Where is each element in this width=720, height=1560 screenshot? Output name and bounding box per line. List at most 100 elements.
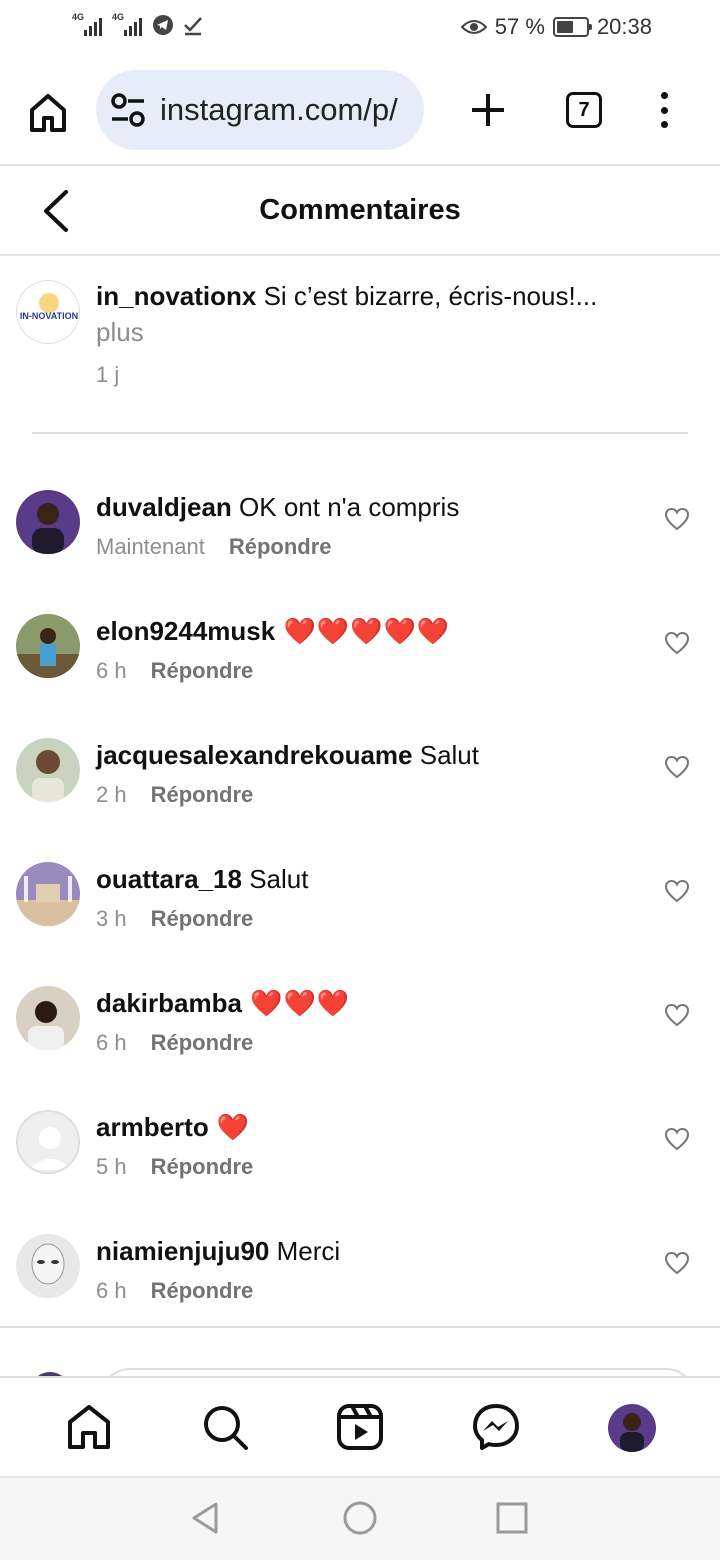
comment-time: 6 h [96, 1030, 127, 1055]
comment-time: 6 h [96, 1278, 127, 1303]
reply-button[interactable]: Répondre [151, 1154, 254, 1180]
download-done-icon [184, 17, 202, 36]
caption-text: in_novationx Si c’est bizarre, écris-nou… [96, 278, 704, 350]
heart-icon[interactable] [664, 506, 690, 532]
comment-username[interactable]: dakirbamba [96, 988, 242, 1018]
caption-body: Si c’est bizarre, écris-nous!... [256, 281, 598, 311]
comment-line: ouattara_18 Salut [96, 862, 308, 896]
comment-row: armberto ❤️ 5 h Répondre [16, 1110, 704, 1210]
comment-text: ❤️❤️❤️❤️❤️ [275, 616, 451, 646]
reply-button[interactable]: Répondre [151, 906, 254, 932]
browser-toolbar: instagram.com/p/ 7 [0, 56, 720, 166]
comment-text: Merci [269, 1236, 341, 1266]
signal-icon-2: 4G [112, 12, 144, 36]
bottom-nav [0, 1376, 720, 1478]
status-left: 4G 4G [72, 12, 204, 36]
comment-row: elon9244musk ❤️❤️❤️❤️❤️ 6 h Répondre [16, 614, 704, 714]
tab-switcher-button[interactable]: 7 [566, 92, 602, 128]
comment-time: 5 h [96, 1154, 127, 1179]
comment-username[interactable]: armberto [96, 1112, 209, 1142]
avatar[interactable] [16, 862, 80, 926]
url-bar[interactable]: instagram.com/p/ [96, 70, 424, 150]
comment-username[interactable]: elon9244musk [96, 616, 275, 646]
comment-username[interactable]: duvaldjean [96, 492, 232, 522]
comment-time: 2 h [96, 782, 127, 807]
comment-meta: 6 h Répondre [96, 658, 450, 684]
comment-text: OK ont n'a compris [231, 492, 460, 522]
avatar[interactable] [16, 986, 80, 1050]
avatar[interactable]: IN-NOVATION [16, 280, 80, 344]
avatar[interactable] [16, 1110, 80, 1174]
avatar[interactable] [16, 1234, 80, 1298]
comment-body: jacquesalexandrekouame Salut 2 h Répondre [96, 738, 479, 808]
avatar[interactable] [16, 738, 80, 802]
tab-count: 7 [578, 98, 590, 121]
heart-icon[interactable] [664, 630, 690, 656]
comment-line: jacquesalexandrekouame Salut [96, 738, 479, 772]
home-circle-icon[interactable] [342, 1500, 378, 1536]
avatar[interactable] [16, 614, 80, 678]
avatar[interactable] [16, 490, 80, 554]
comment-meta: 6 h Répondre [96, 1278, 340, 1304]
comment-meta: 3 h Répondre [96, 906, 308, 932]
comment-row: dakirbamba ❤️❤️❤️ 6 h Répondre [16, 986, 704, 1086]
heart-icon[interactable] [664, 1002, 690, 1028]
comment-username[interactable]: niamienjuju90 [96, 1236, 269, 1266]
comments-header: Commentaires [0, 166, 720, 256]
comment-line: duvaldjean OK ont n'a compris [96, 490, 459, 524]
comment-row: niamienjuju90 Merci 6 h Répondre [16, 1234, 704, 1334]
comment-line: armberto ❤️ [96, 1110, 253, 1144]
heart-icon[interactable] [664, 878, 690, 904]
caption-age: 1 j [96, 362, 120, 387]
battery-percent: 57 % [494, 14, 545, 39]
status-right: 57 % 20:38 [460, 14, 652, 40]
profile-avatar[interactable] [608, 1404, 656, 1452]
signal-icon-1: 4G [72, 12, 104, 36]
comment-body: elon9244musk ❤️❤️❤️❤️❤️ 6 h Répondre [96, 614, 450, 684]
comment-row: ouattara_18 Salut 3 h Répondre [16, 862, 704, 962]
search-icon[interactable] [200, 1402, 250, 1452]
caption-divider [32, 432, 688, 434]
comment-meta: 2 h Répondre [96, 782, 479, 808]
reels-icon[interactable] [335, 1402, 385, 1452]
comment-line: dakirbamba ❤️❤️❤️ [96, 986, 350, 1020]
comment-body: armberto ❤️ 5 h Répondre [96, 1110, 253, 1180]
svg-text:IN-NOVATION: IN-NOVATION [20, 311, 78, 321]
battery-icon [552, 17, 592, 37]
heart-icon[interactable] [664, 1250, 690, 1276]
comment-text: ❤️ [208, 1112, 251, 1142]
messenger-icon[interactable] [471, 1402, 521, 1452]
comment-body: dakirbamba ❤️❤️❤️ 6 h Répondre [96, 986, 350, 1056]
comment-username[interactable]: ouattara_18 [96, 864, 242, 894]
reply-button[interactable]: Répondre [151, 782, 254, 808]
reply-button[interactable]: Répondre [229, 534, 332, 560]
site-settings-icon[interactable] [108, 90, 148, 130]
post-caption: IN-NOVATION in_novationx Si c’est bizarr… [16, 278, 704, 388]
comment-meta: 5 h Répondre [96, 1154, 253, 1180]
more-link[interactable]: plus [96, 314, 704, 350]
comment-line: niamienjuju90 Merci [96, 1234, 340, 1268]
comment-username[interactable]: jacquesalexandrekouame [96, 740, 413, 770]
comment-text: Salut [412, 740, 479, 770]
comments-divider [0, 1326, 720, 1328]
recents-square-icon[interactable] [494, 1500, 530, 1536]
reply-button[interactable]: Répondre [151, 658, 254, 684]
system-nav-bar [0, 1478, 720, 1560]
home-icon[interactable] [64, 1402, 114, 1452]
browser-home-icon[interactable] [24, 88, 72, 136]
heart-icon[interactable] [664, 754, 690, 780]
browser-menu-icon[interactable] [650, 88, 678, 132]
comment-line: elon9244musk ❤️❤️❤️❤️❤️ [96, 614, 450, 648]
comment-meta: 6 h Répondre [96, 1030, 350, 1056]
comment-time: 3 h [96, 906, 127, 931]
comment-text: Salut [241, 864, 309, 894]
heart-icon[interactable] [664, 1126, 690, 1152]
back-triangle-icon[interactable] [188, 1500, 224, 1536]
reply-button[interactable]: Répondre [151, 1030, 254, 1056]
new-tab-icon[interactable] [466, 88, 510, 132]
caption-username[interactable]: in_novationx [96, 281, 256, 311]
reply-button[interactable]: Répondre [151, 1278, 254, 1304]
clock: 20:38 [596, 14, 652, 39]
comment-row: jacquesalexandrekouame Salut 2 h Répondre [16, 738, 704, 838]
telegram-icon [153, 15, 173, 35]
